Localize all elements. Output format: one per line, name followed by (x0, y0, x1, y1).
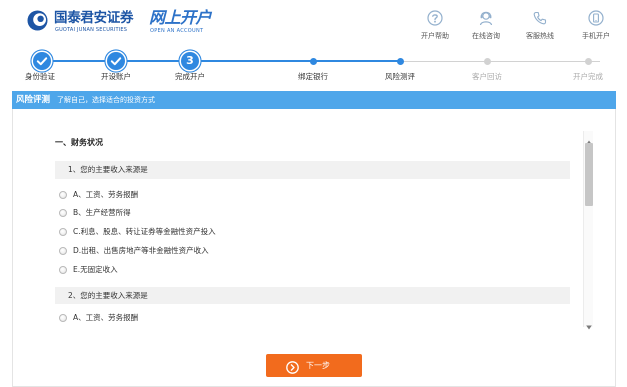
scrollbar-thumb[interactable] (585, 143, 593, 206)
question-title: 2、您的主要收入来源是 (68, 291, 148, 300)
question-1-header: 1、您的主要收入来源是 (55, 161, 570, 179)
radio-button[interactable] (59, 247, 67, 255)
question-1-option-c[interactable]: C.利息、股息、转让证券等金融性资产投入 (55, 226, 555, 238)
mobile-account-icon (588, 10, 604, 26)
step-3-number: 3 (181, 52, 199, 70)
survey-scroll-area[interactable]: 一、财务状况 1、您的主要收入来源是 A、工资、劳务报酬 B、生产经营所得 C.… (41, 128, 582, 329)
header-link-label: 手机开户 (582, 32, 610, 40)
header-link-label: 在线咨询 (472, 32, 500, 40)
vertical-scrollbar[interactable] (583, 131, 594, 330)
survey-section-title: 一、财务状况 (55, 138, 103, 147)
header-link-hotline[interactable]: 客服热线 (518, 10, 562, 42)
header-link-label: 客服热线 (526, 32, 554, 40)
question-2-header: 2、您的主要收入来源是 (55, 287, 570, 304)
step-1-check-icon (33, 52, 51, 70)
step-2-check-icon (107, 52, 125, 70)
question-title: 1、您的主要收入来源是 (68, 165, 148, 174)
progress-line-completed (42, 60, 400, 62)
next-step-button[interactable]: 下一步 (266, 354, 362, 377)
step-label-open-account: 开设账户 (101, 72, 131, 81)
step-label-finish-open: 完成开户 (175, 72, 205, 81)
scroll-down-arrow-icon[interactable] (584, 317, 594, 330)
option-label: C.利息、股息、转让证券等金融性资产投入 (73, 227, 216, 236)
online-consult-icon (478, 10, 494, 26)
product-english-name: OPEN AN ACCOUNT (150, 28, 204, 34)
hotline-icon (532, 10, 548, 26)
step-5-dot-current (396, 57, 404, 65)
header-link-mobile-account[interactable]: 手机开户 (574, 10, 618, 42)
option-label: A、工资、劳务报酬 (73, 313, 139, 322)
step-label-client-callback: 客户回访 (472, 72, 502, 81)
option-label: B、生产经营所得 (73, 208, 131, 217)
question-1-option-e[interactable]: E.无固定收入 (55, 264, 555, 276)
radio-button[interactable] (59, 191, 67, 199)
step-label-identity: 身份验证 (25, 72, 55, 81)
step-label-bind-bank: 绑定银行 (298, 72, 328, 81)
question-1-option-d[interactable]: D.出租、出售房地产等非金融性资产收入 (55, 245, 555, 257)
next-step-label: 下一步 (306, 361, 330, 370)
step-label-complete: 开户完成 (573, 72, 603, 81)
option-label: D.出租、出售房地产等非金融性资产收入 (73, 246, 209, 255)
question-1-option-b[interactable]: B、生产经营所得 (55, 207, 555, 219)
step-4-dot (309, 57, 317, 65)
option-label: A、工资、劳务报酬 (73, 190, 139, 199)
progress-line-pending (400, 60, 600, 62)
radio-button[interactable] (59, 266, 67, 274)
brand-name: 国泰君安证券 (54, 10, 134, 26)
header-link-label: 开户帮助 (421, 32, 449, 40)
header-link-help[interactable]: 开户帮助 (413, 10, 457, 42)
radio-button[interactable] (59, 314, 67, 322)
brand-logo-icon (27, 10, 48, 31)
help-icon (427, 10, 443, 26)
question-1-option-a[interactable]: A、工资、劳务报酬 (55, 189, 555, 201)
radio-button[interactable] (59, 228, 67, 236)
header-link-online-consult[interactable]: 在线咨询 (464, 10, 508, 42)
radio-button[interactable] (59, 209, 67, 217)
product-name: 网上开户 (149, 8, 212, 27)
question-2-option-a[interactable]: A、工资、劳务报酬 (55, 312, 555, 324)
scroll-up-arrow-icon[interactable] (584, 132, 594, 145)
brand-english-name: GUOTAI JUNAN SECURITIES (55, 27, 128, 33)
step-7-dot (584, 57, 592, 65)
section-subtitle: 了解自己，选择适合的投资方式 (57, 96, 155, 104)
option-label: E.无固定收入 (73, 265, 118, 274)
section-title: 风险评测 (16, 95, 51, 105)
step-6-dot (483, 57, 491, 65)
arrow-circle-icon (286, 359, 299, 374)
step-label-risk-assessment: 风险测评 (385, 72, 415, 81)
section-header-bar: 风险评测 了解自己，选择适合的投资方式 (12, 91, 616, 109)
